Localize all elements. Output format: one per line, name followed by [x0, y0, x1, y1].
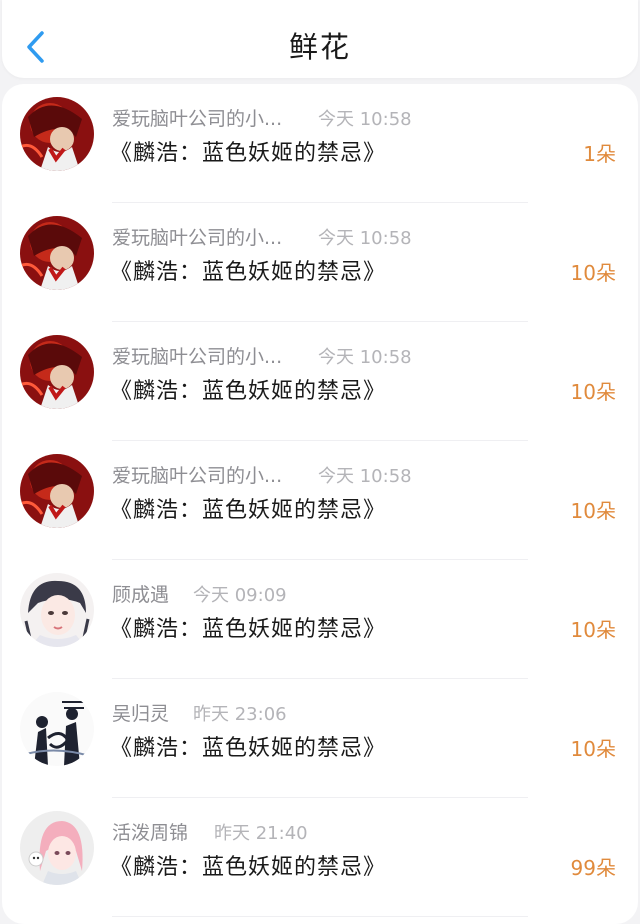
list-item[interactable]: 爱玩脑叶公司的小... 今天 10:58 《麟浩：蓝色妖姬的禁忌》 10朵 — [2, 441, 638, 560]
list-item[interactable]: 爱玩脑叶公司的小... 今天 10:58 《麟浩：蓝色妖姬的禁忌》 10朵 — [2, 203, 638, 322]
divider — [112, 916, 528, 917]
list-item[interactable]: 爱玩脑叶公司的小... 今天 10:58 《麟浩：蓝色妖姬的禁忌》 1朵 — [2, 84, 638, 203]
avatar[interactable] — [20, 573, 94, 647]
list-item[interactable]: 顾成遇 今天 09:09 《麟浩：蓝色妖姬的禁忌》 10朵 — [2, 560, 638, 679]
user-name[interactable]: 顾成遇 — [112, 580, 169, 607]
book-title[interactable]: 《麟浩：蓝色妖姬的禁忌》 — [110, 254, 386, 286]
timestamp: 今天 10:58 — [318, 466, 412, 487]
timestamp: 昨天 23:06 — [193, 704, 287, 725]
avatar[interactable] — [20, 692, 94, 766]
top-bar: 鲜花 — [2, 0, 638, 78]
avatar[interactable] — [20, 216, 94, 290]
book-title[interactable]: 《麟浩：蓝色妖姬的禁忌》 — [110, 492, 386, 524]
flower-count: 99朵 — [570, 856, 616, 880]
flower-count: 10朵 — [570, 261, 616, 285]
timestamp: 昨天 21:40 — [214, 823, 308, 844]
page-title: 鲜花 — [288, 30, 351, 64]
flower-count: 10朵 — [570, 737, 616, 761]
book-title[interactable]: 《麟浩：蓝色妖姬的禁忌》 — [110, 373, 386, 405]
avatar[interactable] — [20, 811, 94, 885]
list-item[interactable]: 活泼周锦 昨天 21:40 《麟浩：蓝色妖姬的禁忌》 99朵 — [2, 798, 638, 917]
user-name[interactable]: 爱玩脑叶公司的小... — [112, 461, 282, 488]
avatar[interactable] — [20, 97, 94, 171]
timestamp: 今天 09:09 — [193, 585, 287, 606]
user-name[interactable]: 吴归灵 — [112, 699, 169, 726]
book-title[interactable]: 《麟浩：蓝色妖姬的禁忌》 — [110, 611, 386, 643]
flower-count: 10朵 — [570, 380, 616, 404]
timestamp: 今天 10:58 — [318, 228, 412, 249]
user-name[interactable]: 爱玩脑叶公司的小... — [112, 104, 282, 131]
book-title[interactable]: 《麟浩：蓝色妖姬的禁忌》 — [110, 849, 386, 881]
flower-count: 10朵 — [570, 618, 616, 642]
timestamp: 今天 10:58 — [318, 347, 412, 368]
book-title[interactable]: 《麟浩：蓝色妖姬的禁忌》 — [110, 730, 386, 762]
flower-count: 10朵 — [570, 499, 616, 523]
timestamp: 今天 10:58 — [318, 109, 412, 130]
user-name[interactable]: 活泼周锦 — [112, 818, 188, 845]
avatar[interactable] — [20, 335, 94, 409]
list-item[interactable]: 吴归灵 昨天 23:06 《麟浩：蓝色妖姬的禁忌》 10朵 — [2, 679, 638, 798]
avatar[interactable] — [20, 454, 94, 528]
book-title[interactable]: 《麟浩：蓝色妖姬的禁忌》 — [110, 135, 386, 167]
user-name[interactable]: 爱玩脑叶公司的小... — [112, 342, 282, 369]
flower-list: 爱玩脑叶公司的小... 今天 10:58 《麟浩：蓝色妖姬的禁忌》 1朵 爱玩脑… — [2, 84, 638, 924]
flower-count: 1朵 — [583, 142, 616, 166]
user-name[interactable]: 爱玩脑叶公司的小... — [112, 223, 282, 250]
list-item[interactable]: 爱玩脑叶公司的小... 今天 10:58 《麟浩：蓝色妖姬的禁忌》 10朵 — [2, 322, 638, 441]
